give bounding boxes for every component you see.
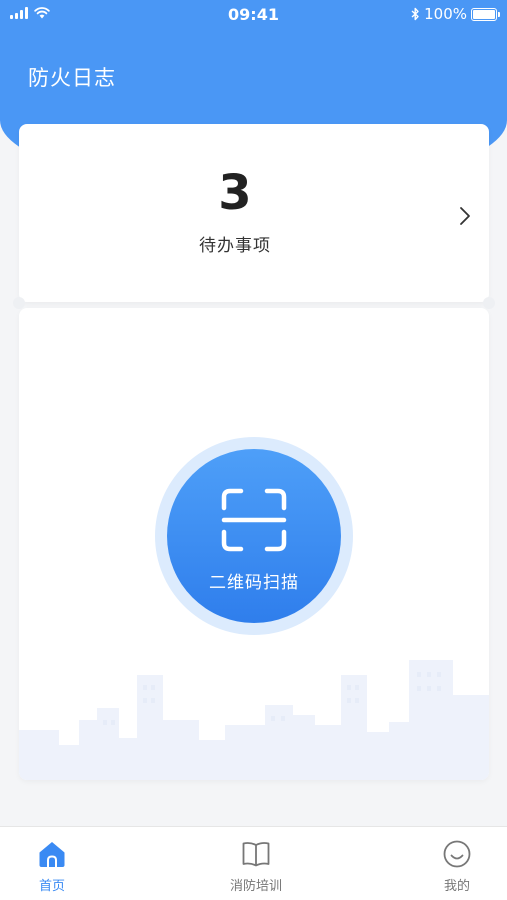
- city-skyline-illustration: [19, 660, 489, 780]
- card-notch-right: [483, 297, 495, 309]
- book-icon: [242, 842, 270, 867]
- chevron-right-icon[interactable]: [458, 206, 472, 226]
- card-notch-left: [13, 297, 25, 309]
- battery-icon: [471, 7, 500, 21]
- tab-mine[interactable]: 我的: [397, 827, 507, 900]
- qr-scan-icon[interactable]: [221, 488, 287, 552]
- home-icon: [39, 842, 65, 867]
- tab-fire-training[interactable]: 消防培训: [196, 827, 316, 900]
- bluetooth-icon: [411, 7, 419, 21]
- page-title: 防火日志: [28, 66, 116, 90]
- battery-percent: 100%: [424, 5, 467, 23]
- smiley-icon: [443, 840, 471, 868]
- tab-mine-label: 我的: [443, 879, 470, 894]
- qr-scan-label[interactable]: 二维码扫描: [167, 568, 341, 593]
- tab-home[interactable]: 首页: [0, 827, 112, 900]
- tab-fire-training-label: 消防培训: [229, 879, 282, 894]
- tab-bar: 首页 消防培训 我的: [0, 826, 507, 900]
- todo-label: 待办事项: [199, 236, 271, 256]
- tab-home-label: 首页: [38, 879, 65, 894]
- status-bar: 09:41 100%: [0, 0, 507, 30]
- todo-count: 3: [218, 165, 252, 221]
